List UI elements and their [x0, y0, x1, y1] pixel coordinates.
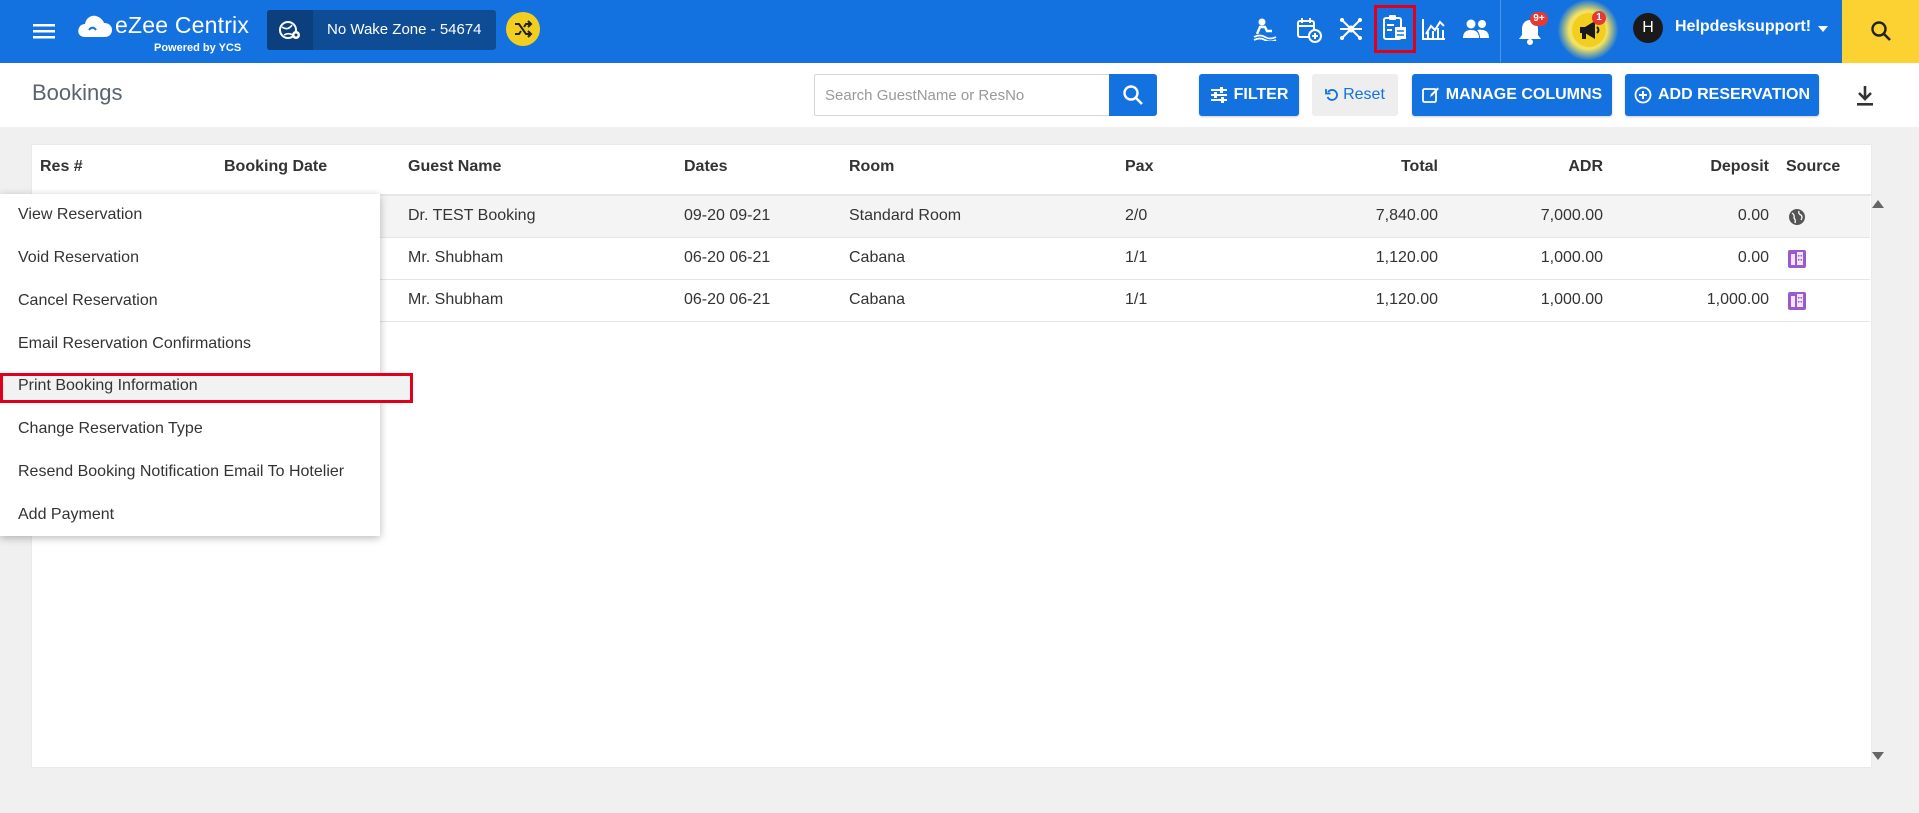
notifications-badge: 9+: [1530, 12, 1548, 26]
global-search-button[interactable]: [1842, 0, 1919, 63]
announcements-button[interactable]: 1: [1572, 11, 1606, 47]
edit-icon: [1421, 87, 1439, 103]
column-header-deposit[interactable]: Deposit: [1660, 158, 1769, 176]
menu-item-resend-notification-email[interactable]: Resend Booking Notification Email To Hot…: [18, 463, 344, 481]
column-header-booking-date[interactable]: Booking Date: [224, 158, 327, 176]
search-icon: [1123, 85, 1143, 105]
switch-property-button[interactable]: [506, 12, 540, 46]
add-reservation-label: ADD RESERVATION: [1657, 86, 1810, 103]
total-cell: 1,120.00: [1375, 249, 1438, 266]
column-header-total[interactable]: Total: [1300, 158, 1438, 176]
filter-label: FILTER: [1233, 86, 1289, 103]
adr-cell: 1,000.00: [1540, 291, 1603, 308]
pax-cell: 1/1: [1125, 249, 1148, 266]
menu-item-cancel-reservation[interactable]: Cancel Reservation: [18, 292, 158, 310]
calendar-add-icon[interactable]: [1293, 14, 1323, 44]
shuffle-icon: [515, 20, 533, 38]
total-cell: 1,120.00: [1375, 291, 1438, 308]
hamburger-menu-icon[interactable]: [30, 18, 58, 44]
search-button[interactable]: [1109, 74, 1157, 116]
column-header-source[interactable]: Source: [1786, 158, 1840, 176]
room-cell: Cabana: [849, 249, 906, 266]
filter-button[interactable]: FILTER: [1199, 74, 1299, 116]
dates-cell: 09-20 09-21: [684, 207, 771, 224]
guest-name-cell: Dr. TEST Booking: [408, 207, 536, 224]
deposit-cell: 0.00: [1737, 207, 1769, 224]
guest-name-cell: Mr. Shubham: [408, 249, 504, 266]
hotel-selector[interactable]: No Wake Zone - 54674: [267, 10, 496, 50]
user-name[interactable]: Helpdesksupport!: [1675, 18, 1811, 36]
menu-item-add-payment[interactable]: Add Payment: [18, 506, 114, 524]
user-menu-caret-icon[interactable]: [1818, 26, 1828, 32]
column-header-room[interactable]: Room: [849, 158, 894, 176]
menu-item-print-booking-information[interactable]: Print Booking Information: [18, 377, 198, 395]
column-header-pax[interactable]: Pax: [1125, 158, 1153, 176]
building-icon: [1788, 250, 1806, 268]
search-input[interactable]: [814, 74, 1110, 116]
guest-name-cell: Mr. Shubham: [408, 291, 504, 308]
hotel-name: No Wake Zone - 54674: [327, 21, 482, 38]
announcements-badge: 1: [1592, 11, 1606, 25]
globe-icon: [1789, 209, 1805, 225]
pax-cell: 1/1: [1125, 291, 1148, 308]
brand-logo[interactable]: eZee Centrix Powered by YCS: [76, 9, 256, 55]
channel-network-icon[interactable]: [1335, 14, 1365, 44]
adr-cell: 7,000.00: [1540, 207, 1603, 224]
adr-cell: 1,000.00: [1540, 249, 1603, 266]
clipboard-reports-icon[interactable]: [1374, 5, 1416, 53]
users-icon[interactable]: [1459, 14, 1489, 44]
page-title: Bookings: [32, 80, 123, 105]
notifications-button[interactable]: 9+: [1515, 12, 1548, 48]
building-icon: [1788, 292, 1806, 310]
scroll-up-arrow-icon[interactable]: [1872, 200, 1884, 208]
scroll-down-arrow-icon[interactable]: [1872, 752, 1884, 760]
column-header-dates[interactable]: Dates: [684, 158, 728, 176]
column-header-res[interactable]: Res #: [40, 158, 83, 176]
pax-cell: 2/0: [1125, 207, 1148, 224]
dates-cell: 06-20 06-21: [684, 291, 771, 308]
search-icon: [1871, 21, 1891, 41]
globe-settings-icon: [267, 10, 313, 50]
room-cell: Standard Room: [849, 207, 962, 224]
manage-columns-label: MANAGE COLUMNS: [1445, 86, 1603, 103]
manage-columns-button[interactable]: MANAGE COLUMNS: [1412, 74, 1612, 116]
total-cell: 7,840.00: [1375, 207, 1438, 224]
menu-item-view-reservation[interactable]: View Reservation: [18, 206, 142, 224]
download-button[interactable]: [1850, 82, 1880, 112]
brand-name: eZee Centrix: [115, 12, 250, 38]
deposit-cell: 0.00: [1737, 249, 1769, 266]
room-cell: Cabana: [849, 291, 906, 308]
dates-cell: 06-20 06-21: [684, 249, 771, 266]
download-icon: [1857, 86, 1873, 106]
plus-circle-icon: [1634, 86, 1652, 104]
menu-item-void-reservation[interactable]: Void Reservation: [18, 249, 139, 267]
reservation-context-menu: [0, 194, 380, 536]
powered-by-text: Powered by YCS: [154, 42, 242, 54]
sliders-icon: [1210, 87, 1227, 103]
column-header-adr[interactable]: ADR: [1500, 158, 1603, 176]
deposit-cell: 1,000.00: [1706, 291, 1769, 308]
column-header-guest-name[interactable]: Guest Name: [408, 158, 501, 176]
reset-button[interactable]: Reset: [1312, 74, 1398, 116]
reset-label: Reset: [1343, 86, 1385, 103]
cloud-logo-icon: [78, 15, 112, 37]
menu-item-email-confirmations[interactable]: Email Reservation Confirmations: [18, 335, 251, 353]
toolbar-divider: [1500, 0, 1501, 63]
hotel-guest-icon[interactable]: [1249, 14, 1279, 44]
add-reservation-button[interactable]: ADD RESERVATION: [1625, 74, 1819, 116]
reset-icon: [1325, 89, 1339, 101]
avatar[interactable]: H: [1633, 13, 1663, 43]
analytics-chart-icon[interactable]: [1418, 14, 1448, 44]
menu-item-change-reservation-type[interactable]: Change Reservation Type: [18, 420, 203, 438]
